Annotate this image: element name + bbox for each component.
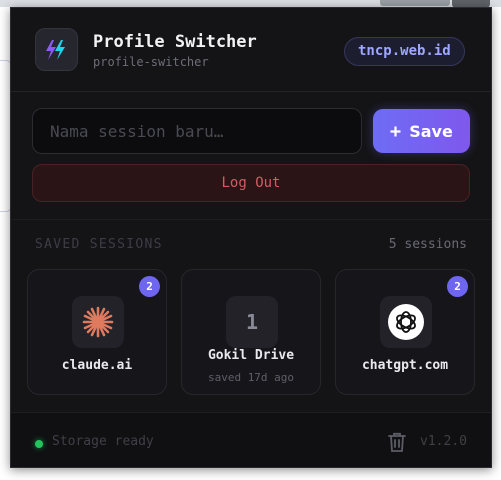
- app-subtitle: profile-switcher: [93, 55, 209, 69]
- saved-sessions-heading: SAVED SESSIONS: [35, 237, 163, 252]
- app-title: Profile Switcher: [93, 32, 257, 52]
- popup-footer: Storage ready v1.2.0: [11, 412, 491, 467]
- session-card-chatgpt[interactable]: 2 chatgpt.com: [335, 269, 475, 395]
- claude-sunburst-icon: [72, 296, 124, 348]
- storage-status: Storage ready: [52, 434, 154, 449]
- openai-icon: [380, 296, 432, 348]
- save-button[interactable]: Save: [373, 109, 470, 153]
- plus-icon: [390, 122, 401, 141]
- popup-header: Profile Switcher profile-switcher tncp.w…: [11, 8, 491, 92]
- status-indicator-dot: [35, 440, 43, 448]
- version-label: v1.2.0: [420, 434, 467, 449]
- logout-button[interactable]: Log Out: [32, 164, 470, 202]
- profile-count-badge: 2: [447, 276, 468, 297]
- trash-icon[interactable]: [384, 429, 410, 455]
- session-card-claude[interactable]: 2 claude.ai: [27, 269, 167, 395]
- logout-label: Log Out: [221, 175, 281, 191]
- save-button-label: Save: [409, 121, 453, 141]
- session-card-name: chatgpt.com: [361, 358, 449, 373]
- session-card-name: claude.ai: [61, 358, 133, 373]
- session-count: 5 sessions: [388, 237, 467, 252]
- session-card-gokil-drive[interactable]: 1 Gokil Drive saved 17d ago: [181, 269, 321, 395]
- background-tab: [380, 0, 450, 6]
- double-lightning-icon: [35, 28, 78, 71]
- extension-popup: Profile Switcher profile-switcher tncp.w…: [10, 7, 492, 468]
- session-initial-icon: 1: [226, 296, 278, 348]
- current-domain-badge: tncp.web.id: [344, 37, 465, 66]
- session-card-meta: saved 17d ago: [207, 371, 295, 384]
- session-name-input[interactable]: [32, 108, 362, 154]
- session-card-name: Gokil Drive: [207, 348, 295, 363]
- session-icon-text: 1: [245, 310, 259, 334]
- section-divider: [11, 219, 491, 220]
- profile-count-badge: 2: [139, 276, 160, 297]
